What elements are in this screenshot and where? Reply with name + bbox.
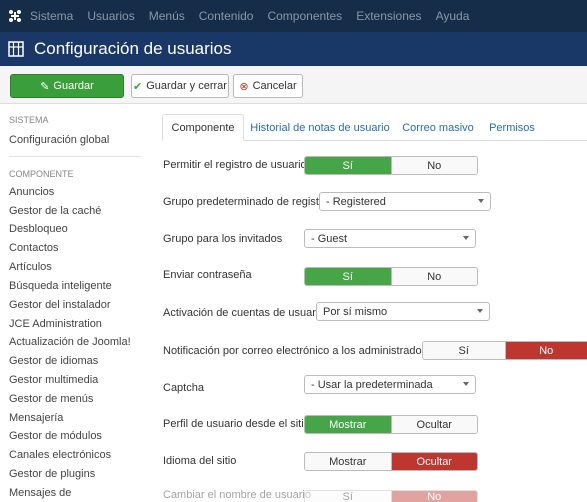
sidebar-item[interactable]: Gestor de módulos bbox=[9, 430, 102, 442]
enviar-pass-yes-option[interactable]: Sí bbox=[305, 268, 391, 285]
title-bar: Configuración de usuarios bbox=[0, 32, 587, 66]
tab-componente[interactable]: Componente bbox=[162, 114, 244, 141]
sidebar: SISTEMA Configuración global COMPONENTE … bbox=[0, 104, 150, 502]
chevron-down-icon bbox=[477, 309, 483, 313]
page-title: Configuración de usuarios bbox=[34, 39, 232, 58]
field-label-enviar-pass: Enviar contraseña bbox=[163, 269, 252, 281]
field-label-registro: Permitir el registro de usuarios bbox=[163, 159, 313, 171]
sidebar-item[interactable]: Gestor del instalador bbox=[9, 299, 111, 311]
notificacion-yes-option[interactable]: Sí bbox=[423, 342, 505, 359]
field-label-captcha: Captcha bbox=[163, 382, 204, 394]
grupo-registro-select[interactable]: - Registered bbox=[319, 192, 491, 211]
save-label: Guardar bbox=[53, 80, 94, 92]
edit-icon: ✎ bbox=[40, 80, 50, 93]
menu-extensiones[interactable]: Extensiones bbox=[356, 9, 421, 23]
menu-contenido[interactable]: Contenido bbox=[199, 9, 254, 23]
sidebar-divider bbox=[9, 156, 141, 157]
sidebar-item[interactable]: Gestor multimedia bbox=[9, 374, 98, 386]
menu-componentes[interactable]: Componentes bbox=[267, 9, 342, 23]
menu-menus[interactable]: Menús bbox=[149, 9, 185, 23]
field-label-idioma: Idioma del sitio bbox=[163, 455, 237, 467]
sidebar-item[interactable]: Gestor de plugins bbox=[9, 468, 95, 480]
registro-toggle[interactable]: Sí No bbox=[304, 156, 478, 175]
sidebar-item[interactable]: Canales electrónicos bbox=[9, 449, 111, 461]
activacion-select[interactable]: Por sí mismo bbox=[316, 302, 490, 321]
chevron-down-icon bbox=[478, 199, 484, 203]
chevron-down-icon bbox=[463, 382, 469, 386]
perfil-toggle[interactable]: Mostrar Ocultar bbox=[304, 415, 478, 434]
tab-permisos[interactable]: Permisos bbox=[484, 114, 540, 141]
menu-sistema[interactable]: Sistema bbox=[30, 9, 73, 23]
sidebar-item[interactable]: Contactos bbox=[9, 242, 59, 254]
sidebar-item[interactable]: JCE Administration bbox=[9, 318, 102, 330]
save-button[interactable]: ✎ Guardar bbox=[10, 74, 124, 98]
field-label-perfil: Perfil de usuario desde el sitio bbox=[163, 418, 310, 430]
registro-yes-option[interactable]: Sí bbox=[305, 157, 391, 174]
check-icon: ✔ bbox=[133, 80, 143, 93]
field-label-notificacion: Notificación por correo electrónico a lo… bbox=[163, 345, 437, 357]
tab-historial[interactable]: Historial de notas de usuario bbox=[250, 114, 389, 141]
save-close-label: Guardar y cerrar bbox=[146, 80, 227, 92]
sidebar-item[interactable]: Anuncios bbox=[9, 186, 54, 198]
enviar-pass-no-option[interactable]: No bbox=[390, 268, 477, 285]
menu-usuarios[interactable]: Usuarios bbox=[87, 9, 134, 23]
enviar-pass-toggle[interactable]: Sí No bbox=[304, 267, 478, 286]
perfil-hide-option[interactable]: Ocultar bbox=[390, 416, 477, 433]
field-label-cambiar: Cambiar el nombre de usuario bbox=[163, 489, 311, 501]
sidebar-item[interactable]: Mensajería bbox=[9, 412, 63, 424]
sidebar-item-global-config[interactable]: Configuración global bbox=[9, 134, 109, 146]
sidebar-item[interactable]: Mensajes de bbox=[9, 487, 71, 499]
captcha-value: - Usar la predeterminada bbox=[311, 378, 433, 391]
sidebar-item[interactable]: Artículos bbox=[9, 261, 52, 273]
cambiar-yes-option[interactable]: Sí bbox=[305, 491, 391, 502]
sidebar-item[interactable]: Búsqueda inteligente bbox=[9, 280, 112, 292]
field-label-grupo-registro: Grupo predeterminado de registro bbox=[163, 196, 329, 208]
grupo-registro-value: - Registered bbox=[326, 195, 386, 208]
sidebar-heading-sistema: SISTEMA bbox=[9, 115, 49, 125]
grupo-invitados-select[interactable]: - Guest bbox=[304, 229, 476, 248]
sidebar-heading-componente: COMPONENTE bbox=[9, 169, 74, 179]
sidebar-item[interactable]: Gestor de menús bbox=[9, 393, 93, 405]
notificacion-toggle[interactable]: Sí No bbox=[422, 341, 587, 360]
captcha-select[interactable]: - Usar la predeterminada bbox=[304, 375, 476, 394]
tab-bar: Componente Historial de notas de usuario… bbox=[162, 114, 587, 141]
sidebar-item[interactable]: Gestor de idiomas bbox=[9, 355, 98, 367]
tab-correo-masivo[interactable]: Correo masivo bbox=[398, 114, 478, 141]
activacion-value: Por sí mismo bbox=[323, 305, 388, 318]
idioma-toggle[interactable]: Mostrar Ocultar bbox=[304, 452, 478, 471]
cambiar-toggle[interactable]: Sí No bbox=[304, 490, 478, 502]
field-label-activacion: Activación de cuentas de usuario bbox=[163, 307, 325, 319]
registro-no-option[interactable]: No bbox=[390, 157, 477, 174]
sidebar-item[interactable]: Desbloqueo bbox=[9, 223, 68, 235]
cancel-label: Cancelar bbox=[252, 80, 297, 92]
menu-ayuda[interactable]: Ayuda bbox=[436, 9, 470, 23]
sidebar-item[interactable]: Actualización de Joomla! bbox=[9, 336, 131, 348]
toolbar: ✎ Guardar ✔ Guardar y cerrar ⊗ Cancelar bbox=[0, 66, 587, 104]
grupo-invitados-value: - Guest bbox=[311, 232, 348, 245]
chevron-down-icon bbox=[463, 236, 469, 240]
cambiar-no-option[interactable]: No bbox=[390, 491, 477, 502]
cancel-circle-icon: ⊗ bbox=[239, 80, 249, 93]
notificacion-no-option[interactable]: No bbox=[504, 342, 587, 359]
idioma-show-option[interactable]: Mostrar bbox=[305, 453, 391, 470]
sidebar-item[interactable]: Gestor de la caché bbox=[9, 205, 101, 217]
idioma-hide-option[interactable]: Ocultar bbox=[390, 453, 477, 470]
save-close-button[interactable]: ✔ Guardar y cerrar bbox=[131, 74, 229, 98]
perfil-show-option[interactable]: Mostrar bbox=[305, 416, 391, 433]
joomla-logo-icon[interactable] bbox=[0, 0, 30, 32]
field-label-grupo-invitados: Grupo para los invitados bbox=[163, 233, 283, 245]
users-grid-icon bbox=[8, 41, 24, 57]
top-menu-bar: Sistema Usuarios Menús Contenido Compone… bbox=[0, 0, 587, 32]
cancel-button[interactable]: ⊗ Cancelar bbox=[233, 74, 303, 98]
